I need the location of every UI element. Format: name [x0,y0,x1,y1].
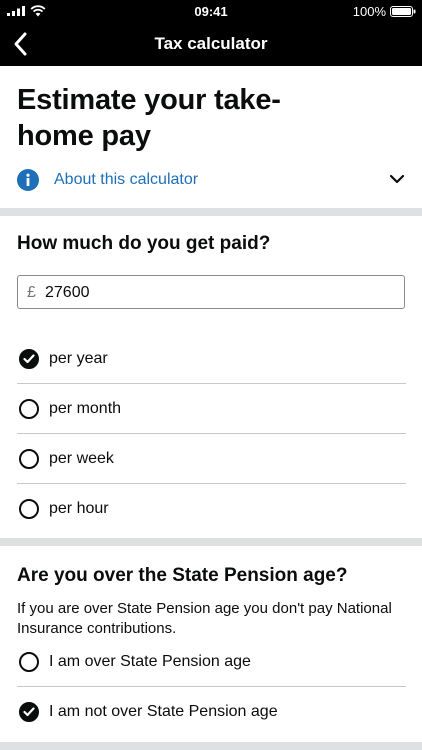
pay-period-option-year[interactable]: per year [17,334,406,384]
radio-unchecked[interactable] [19,499,39,519]
currency-prefix: £ [27,284,36,301]
pay-period-label: per hour [49,500,109,517]
pay-period-option-month[interactable]: per month [17,384,406,434]
radio-unchecked[interactable] [19,399,39,419]
pay-period-option-week[interactable]: per week [17,434,406,484]
pension-question-title: Are you over the State Pension age? [17,565,348,586]
pension-hint-text: If you are over State Pension age you do… [17,600,392,637]
about-calculator-toggle[interactable]: About this calculator [17,168,407,192]
radio-unchecked[interactable] [19,449,39,469]
nav-title: Tax calculator [154,34,268,53]
pension-option-not-over[interactable]: I am not over State Pension age [17,687,406,737]
pension-option-label: I am not over State Pension age [49,703,278,720]
pay-amount-value: 27600 [45,284,90,301]
chevron-down-icon [389,174,405,184]
pension-option-label: I am over State Pension age [49,653,251,670]
section-divider [0,538,422,546]
pay-period-label: per week [49,450,114,467]
about-calculator-label: About this calculator [54,171,199,188]
radio-unchecked[interactable] [19,652,39,672]
section-divider [0,742,422,750]
pay-amount-input[interactable]: £ 27600 [17,275,405,309]
checkmark-icon [23,354,35,364]
status-bar: 09:41 100% [0,0,422,22]
pension-option-over[interactable]: I am over State Pension age [17,637,406,687]
radio-checked[interactable] [19,349,39,369]
section-divider [0,208,422,216]
pay-period-label: per year [49,350,108,367]
radio-checked[interactable] [19,702,39,722]
info-icon [17,169,39,191]
navigation-bar: Tax calculator [0,22,422,66]
checkmark-icon [23,707,35,717]
pay-period-option-hour[interactable]: per hour [17,484,406,534]
page-title: Estimate your take-home pay [17,84,281,152]
pay-period-label: per month [49,400,122,417]
battery-percentage: 100% [352,4,386,19]
pay-question-title: How much do you get paid? [17,233,271,254]
battery-icon [390,6,416,17]
